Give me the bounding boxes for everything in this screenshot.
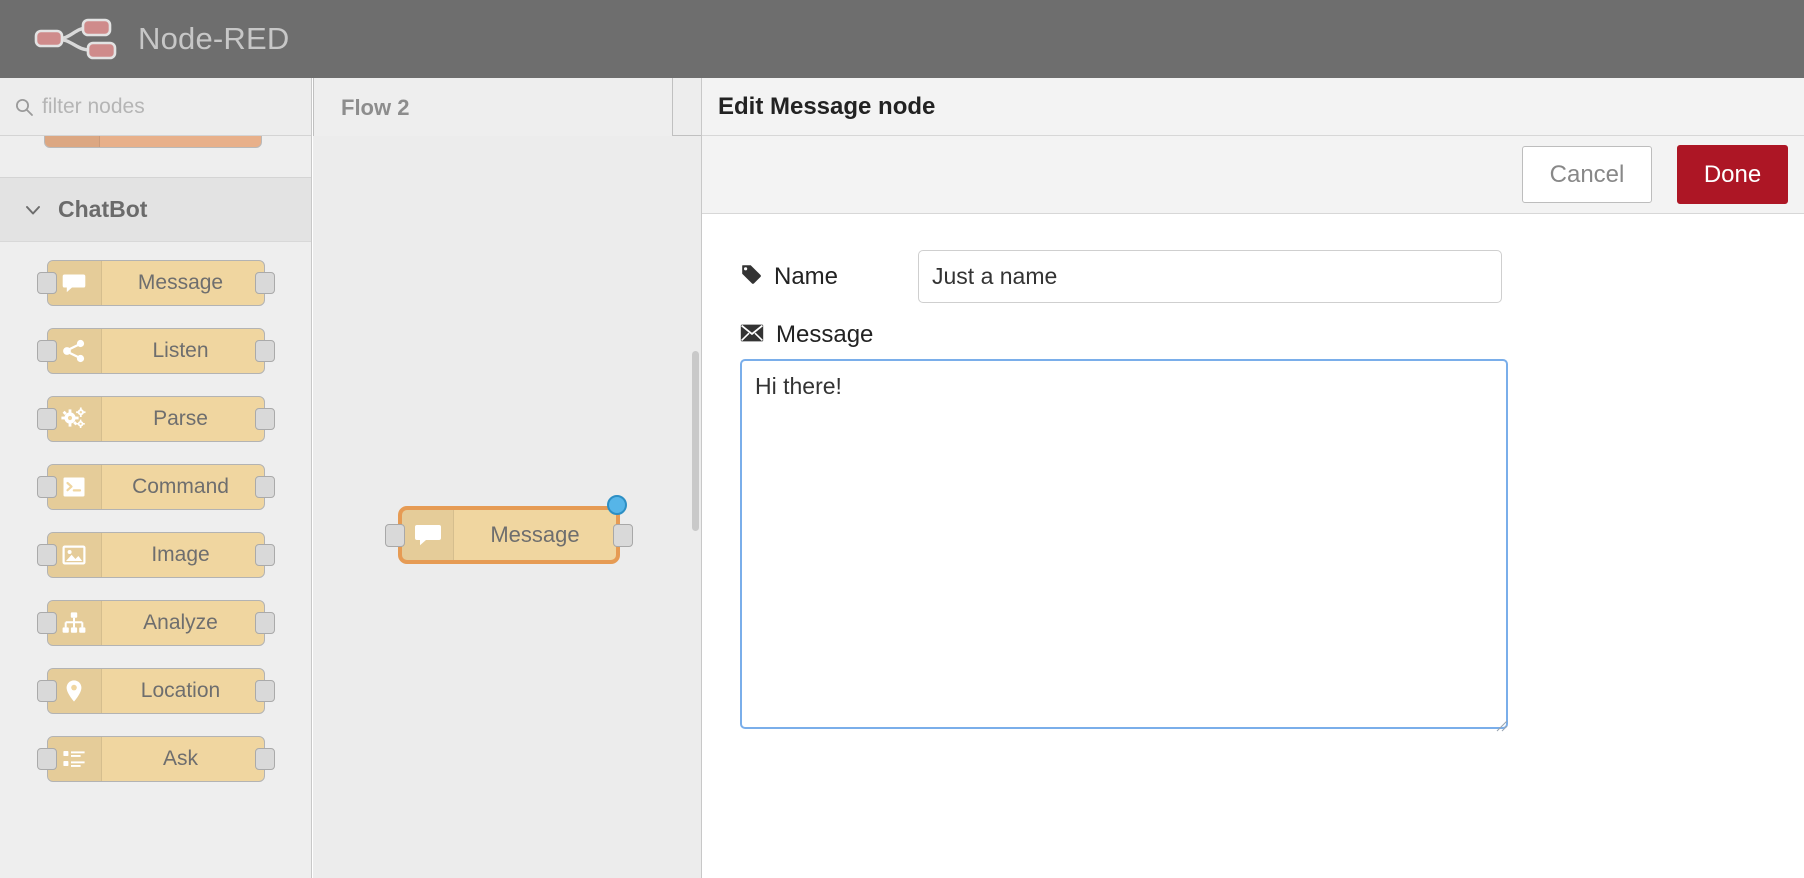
cancel-button[interactable]: Cancel bbox=[1522, 146, 1652, 203]
name-field-row: Name bbox=[702, 250, 1804, 303]
edit-dialog-header: Edit Message node bbox=[702, 78, 1804, 136]
node-output-port bbox=[254, 612, 275, 634]
flow-canvas[interactable]: Message bbox=[313, 136, 701, 878]
node-input-port bbox=[36, 340, 57, 362]
edit-dialog-title: Edit Message node bbox=[718, 92, 936, 120]
comment-icon bbox=[402, 510, 454, 560]
palette-category-chatbot[interactable]: ChatBot bbox=[0, 178, 311, 242]
palette-node-command[interactable]: Command bbox=[36, 464, 275, 510]
message-textarea[interactable]: Hi there! bbox=[740, 359, 1508, 729]
node-output-port bbox=[254, 408, 275, 430]
palette-node-listen[interactable]: Listen bbox=[36, 328, 275, 374]
chevron-down-icon bbox=[22, 199, 44, 221]
palette-search-row bbox=[0, 78, 311, 136]
node-changed-badge-icon bbox=[607, 495, 627, 515]
palette-node-label: Message bbox=[137, 271, 224, 294]
tab-label: Flow 2 bbox=[341, 94, 410, 120]
node-output-port bbox=[254, 748, 275, 770]
name-label-text: Name bbox=[774, 262, 839, 290]
node-red-editor: Node-RED ChatBot bbox=[0, 0, 1804, 878]
node-input-port bbox=[36, 748, 57, 770]
canvas-node-message[interactable]: Message bbox=[385, 495, 633, 564]
name-field-label: Name bbox=[740, 263, 918, 291]
flow-workspace: Flow 2 Message bbox=[313, 78, 701, 878]
palette-node-label: Image bbox=[151, 543, 210, 566]
tag-icon bbox=[740, 263, 762, 290]
palette-previous-category-clipped bbox=[0, 136, 311, 178]
canvas-node-label: Message bbox=[490, 522, 580, 547]
node-output-port bbox=[254, 476, 275, 498]
edit-dialog-body: Name Message Hi there! bbox=[702, 214, 1804, 734]
palette-node-ask[interactable]: Ask bbox=[36, 736, 275, 782]
flow-tabbar: Flow 2 bbox=[313, 78, 701, 137]
node-input-port bbox=[36, 612, 57, 634]
palette-node-analyze[interactable]: Analyze bbox=[36, 600, 275, 646]
search-icon bbox=[14, 97, 34, 117]
palette-node-label: Location bbox=[140, 679, 221, 702]
palette-node-label: Command bbox=[132, 475, 229, 498]
message-field-label: Message bbox=[702, 321, 1804, 349]
palette-node-label: Listen bbox=[152, 339, 209, 362]
envelope-icon bbox=[740, 323, 764, 348]
edit-node-dialog: Edit Message node Cancel Done Name Just … bbox=[701, 78, 1804, 878]
edit-dialog-actions: Cancel Done bbox=[702, 136, 1804, 214]
message-textarea-wrap: Hi there! bbox=[702, 359, 1804, 734]
tab-flow-2[interactable]: Flow 2 bbox=[313, 78, 673, 137]
canvas-scrollbar[interactable] bbox=[692, 351, 699, 531]
app-title: Node-RED bbox=[138, 21, 290, 56]
node-red-logo-icon bbox=[34, 16, 122, 62]
node-input-port bbox=[36, 680, 57, 702]
node-palette: ChatBot Message bbox=[0, 78, 312, 878]
search-input[interactable] bbox=[42, 94, 282, 119]
node-input-port[interactable] bbox=[385, 524, 405, 547]
message-label-text: Message bbox=[776, 321, 874, 348]
app-header: Node-RED bbox=[0, 0, 1804, 78]
node-output-port bbox=[254, 272, 275, 294]
palette-node-message[interactable]: Message bbox=[36, 260, 275, 306]
name-input[interactable] bbox=[918, 250, 1502, 303]
node-input-port bbox=[36, 272, 57, 294]
palette-node-list: Message Listen Parse Command Image Analy… bbox=[0, 242, 311, 782]
node-output-port bbox=[254, 544, 275, 566]
palette-node-label: Analyze bbox=[143, 611, 218, 634]
node-output-port bbox=[254, 680, 275, 702]
node-input-port bbox=[36, 544, 57, 566]
palette-node-location[interactable]: Location bbox=[36, 668, 275, 714]
palette-node-label: Parse bbox=[153, 407, 208, 430]
palette-category-label: ChatBot bbox=[58, 196, 148, 222]
palette-node-label: Ask bbox=[162, 747, 198, 770]
node-input-port bbox=[36, 476, 57, 498]
done-button[interactable]: Done bbox=[1677, 145, 1788, 204]
palette-node-parse[interactable]: Parse bbox=[36, 396, 275, 442]
node-output-port bbox=[254, 340, 275, 362]
clipped-node-stub bbox=[44, 136, 262, 148]
node-output-port[interactable] bbox=[613, 524, 633, 547]
node-input-port bbox=[36, 408, 57, 430]
palette-node-image[interactable]: Image bbox=[36, 532, 275, 578]
